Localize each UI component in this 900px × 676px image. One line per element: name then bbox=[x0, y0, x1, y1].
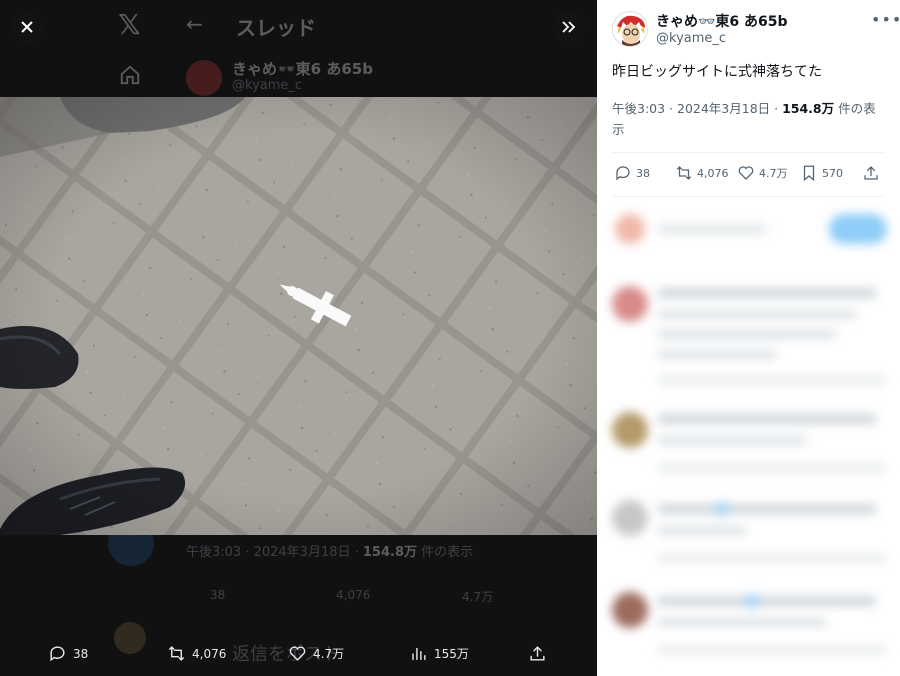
reply-4-header bbox=[657, 596, 877, 606]
share-icon bbox=[864, 166, 878, 180]
viewer-like-count: 4.7万 bbox=[313, 647, 345, 661]
author-handle[interactable]: @kyame_c bbox=[656, 31, 726, 46]
close-icon bbox=[21, 21, 33, 33]
post-text: 昨日ビッグサイトに式神落ちてた bbox=[612, 64, 822, 80]
viewer-reply-count: 38 bbox=[73, 646, 89, 661]
background-reply-count: 38 bbox=[210, 588, 226, 602]
background-timestamp: 午後3:03 · 2024年3月18日 · 154.8万 件の表示 bbox=[186, 545, 474, 560]
post-panel: きゃめ👓東6 あ65b @kyame_c ••• 昨日ビッグサイトに式神落ちてた… bbox=[597, 0, 900, 676]
author-avatar[interactable] bbox=[612, 11, 648, 47]
post-action-bar: 38 4,076 4.7万 570 bbox=[612, 164, 887, 188]
repost-count: 4,076 bbox=[697, 166, 729, 180]
expand-icon bbox=[562, 21, 576, 33]
share-icon bbox=[530, 646, 545, 661]
photo-tiles bbox=[0, 97, 597, 535]
viewer-action-bar: 38 4,076 4.7万 155万 bbox=[0, 636, 597, 676]
reply-1-line bbox=[657, 310, 857, 319]
like-button[interactable]: 4.7万 bbox=[737, 164, 788, 182]
repost-icon bbox=[168, 646, 185, 661]
reply-3-line bbox=[657, 526, 747, 535]
reply-2-header bbox=[657, 414, 877, 424]
bookmark-icon bbox=[803, 165, 815, 182]
background-repost-count: 4,076 bbox=[336, 588, 371, 602]
reply-icon bbox=[50, 646, 65, 662]
separator bbox=[612, 152, 885, 153]
repost-button[interactable]: 4,076 bbox=[675, 164, 729, 182]
reply-4-line bbox=[657, 618, 827, 627]
post-timestamp[interactable]: 午後3:03 · 2024年3月18日 · bbox=[612, 101, 782, 116]
separator bbox=[612, 196, 885, 197]
post-photo[interactable] bbox=[0, 97, 597, 535]
back-arrow-icon[interactable]: ← bbox=[186, 12, 203, 36]
reply-1-line bbox=[657, 350, 777, 359]
viewer-repost-count: 4,076 bbox=[192, 646, 227, 661]
reply-2-actions bbox=[657, 464, 887, 472]
more-options-icon[interactable]: ••• bbox=[871, 10, 900, 29]
like-count: 4.7万 bbox=[759, 167, 788, 180]
reply-icon bbox=[616, 166, 630, 181]
reply-4-avatar bbox=[612, 592, 648, 628]
share-button[interactable] bbox=[862, 164, 880, 182]
reply-2-line bbox=[657, 436, 807, 445]
background-avatar bbox=[186, 60, 222, 96]
reply-composer-avatar bbox=[615, 214, 645, 244]
home-icon[interactable] bbox=[119, 64, 141, 86]
reply-3-actions bbox=[657, 554, 887, 562]
author-name[interactable]: きゃめ👓東6 あ65b bbox=[656, 11, 788, 31]
reply-3-header bbox=[657, 504, 877, 514]
viewer-views-button[interactable]: 155万 bbox=[409, 644, 469, 663]
close-button[interactable] bbox=[11, 11, 43, 43]
author-avatar-image bbox=[613, 12, 647, 46]
reply-count: 38 bbox=[636, 166, 650, 180]
x-logo-icon[interactable]: 𝕏 bbox=[118, 8, 141, 41]
views-icon bbox=[412, 647, 426, 660]
bookmark-count: 570 bbox=[822, 166, 843, 180]
background-like-count: 4.7万 bbox=[462, 590, 494, 604]
reply-3-avatar bbox=[612, 500, 648, 536]
viewer-repost-button[interactable]: 4,076 bbox=[167, 644, 226, 663]
background-handle: @kyame_c bbox=[232, 78, 303, 93]
reply-3-verified bbox=[715, 502, 729, 516]
like-icon bbox=[738, 166, 754, 180]
viewer-share-button[interactable] bbox=[528, 644, 547, 663]
expand-button[interactable] bbox=[553, 11, 585, 43]
post-metadata: 午後3:03 · 2024年3月18日 · 154.8万 件の表示 bbox=[612, 98, 882, 140]
repost-icon bbox=[676, 166, 692, 180]
post-view-count: 154.8万 bbox=[782, 101, 835, 116]
reply-4-actions bbox=[657, 646, 887, 654]
thread-title: スレッド bbox=[236, 16, 316, 40]
reply-composer-placeholder bbox=[657, 224, 767, 234]
viewer-like-button[interactable]: 4.7万 bbox=[288, 644, 344, 663]
bookmark-button[interactable]: 570 bbox=[800, 164, 843, 182]
reply-1-line bbox=[657, 330, 837, 339]
reply-composer-button bbox=[829, 214, 887, 244]
viewer-views-count: 155万 bbox=[434, 647, 469, 661]
background-user-name: きゃめ👓東6 あ65b bbox=[232, 60, 373, 78]
reply-2-avatar bbox=[612, 412, 648, 448]
reply-button[interactable]: 38 bbox=[614, 164, 650, 182]
reply-4-verified bbox=[745, 594, 759, 608]
reply-1-header bbox=[657, 288, 877, 298]
media-viewer: 𝕏 ← スレッド きゃめ👓東6 あ65b @kyame_c 午後3:03 · 2… bbox=[0, 0, 597, 676]
blurred-replies bbox=[597, 200, 900, 676]
reply-1-actions bbox=[657, 376, 887, 384]
like-icon bbox=[289, 646, 306, 661]
viewer-reply-button[interactable]: 38 bbox=[48, 644, 88, 663]
reply-1-avatar bbox=[612, 286, 648, 322]
